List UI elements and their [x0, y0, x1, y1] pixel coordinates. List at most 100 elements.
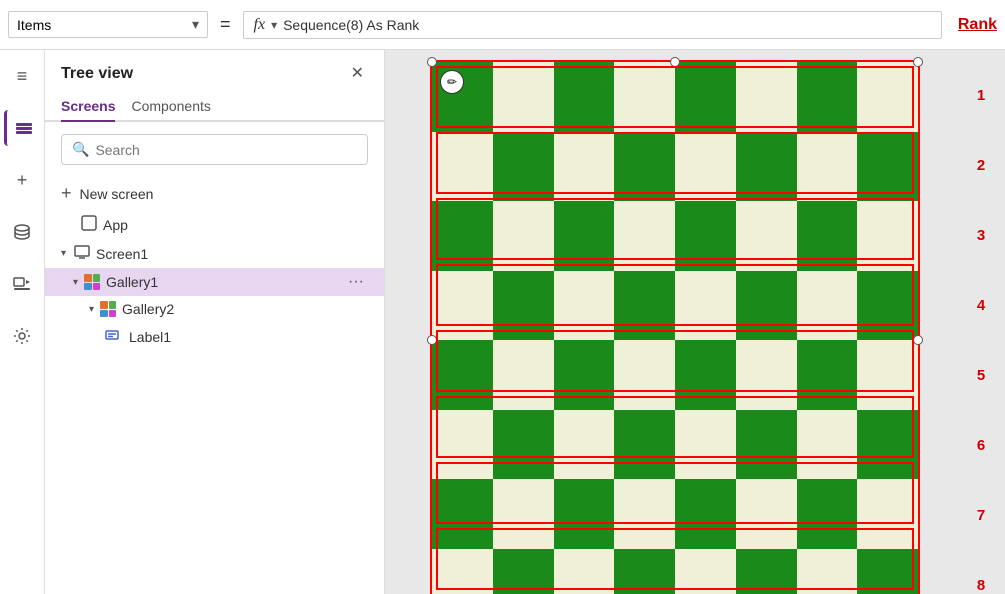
cb-cell-7-2: [554, 549, 615, 594]
tab-components[interactable]: Components: [131, 92, 210, 122]
cb-cell-6-4: [675, 479, 736, 549]
cb-cell-0-2: [554, 62, 615, 132]
media-icon[interactable]: [4, 266, 40, 302]
cb-cell-5-3: [614, 410, 675, 480]
handle-mid-left[interactable]: [427, 335, 437, 345]
rank-6: 6: [961, 410, 1001, 480]
cb-cell-3-5: [736, 271, 797, 341]
cb-cell-5-0: [432, 410, 493, 480]
cb-cell-2-3: [614, 201, 675, 271]
main-content: ≡ +: [0, 50, 1005, 594]
new-screen-button[interactable]: + New screen: [45, 177, 384, 210]
cb-cell-2-5: [736, 201, 797, 271]
close-button[interactable]: ✕: [347, 64, 368, 84]
cb-cell-6-3: [614, 479, 675, 549]
cb-cell-2-6: [797, 201, 858, 271]
tree-tabs: Screens Components: [45, 92, 384, 122]
tree-item-gallery2[interactable]: ▾ Gallery2: [45, 296, 384, 322]
cb-cell-3-2: [554, 271, 615, 341]
cb-cell-6-7: [857, 479, 918, 549]
pencil-icon: ✏: [440, 70, 464, 94]
label1-icon: [105, 327, 121, 346]
cb-cell-0-7: [857, 62, 918, 132]
handle-top-right[interactable]: [913, 57, 923, 67]
tree-item-screen1[interactable]: ▾ Screen1: [45, 239, 384, 268]
cb-cell-5-1: [493, 410, 554, 480]
rank-1: 1: [961, 60, 1001, 130]
cb-cell-7-7: [857, 549, 918, 594]
screen1-label: Screen1: [96, 246, 148, 262]
tree-item-gallery1[interactable]: ▾ Gallery1 ···: [45, 268, 384, 296]
cb-cell-2-0: [432, 201, 493, 271]
cb-cell-2-2: [554, 201, 615, 271]
cb-cell-1-4: [675, 132, 736, 202]
cb-cell-3-4: [675, 271, 736, 341]
cb-cell-7-1: [493, 549, 554, 594]
gallery1-label: Gallery1: [106, 274, 158, 290]
cb-cell-4-7: [857, 340, 918, 410]
cb-cell-6-1: [493, 479, 554, 549]
add-icon[interactable]: +: [4, 162, 40, 198]
canvas-content: ✏: [385, 50, 1005, 594]
rank-8: 8: [961, 550, 1001, 594]
app-label: App: [103, 217, 128, 233]
tree-panel: Tree view ✕ Screens Components 🔍 + New s…: [45, 50, 385, 594]
search-icon: 🔍: [72, 141, 89, 158]
items-dropdown[interactable]: Items ▾: [8, 11, 208, 38]
tree-item-app[interactable]: App: [45, 210, 384, 239]
handle-top-left[interactable]: [427, 57, 437, 67]
cb-cell-4-4: [675, 340, 736, 410]
cb-cell-3-0: [432, 271, 493, 341]
formula-bar[interactable]: fx ▾ Sequence(8) As Rank: [243, 11, 942, 39]
rank-7: 7: [961, 480, 1001, 550]
cb-cell-7-3: [614, 549, 675, 594]
checkerboard-wrapper[interactable]: ✏: [430, 60, 920, 594]
cb-cell-1-2: [554, 132, 615, 202]
cb-cell-0-3: [614, 62, 675, 132]
layers-icon[interactable]: [4, 110, 40, 146]
gallery1-icon: [84, 274, 100, 290]
cb-cell-0-5: [736, 62, 797, 132]
cb-cell-2-7: [857, 201, 918, 271]
hamburger-menu-icon[interactable]: ≡: [4, 58, 40, 94]
checkerboard-grid: [432, 62, 918, 594]
screen1-chevron-icon: ▾: [61, 248, 66, 259]
cb-cell-0-0: [432, 62, 493, 132]
handle-mid-right[interactable]: [913, 335, 923, 345]
cb-cell-1-5: [736, 132, 797, 202]
top-bar: Items ▾ = fx ▾ Sequence(8) As Rank Rank: [0, 0, 1005, 50]
cb-cell-5-2: [554, 410, 615, 480]
cb-cell-5-6: [797, 410, 858, 480]
settings-icon[interactable]: [4, 318, 40, 354]
rank-numbers: 1 2 3 4 5 6 7 8: [961, 60, 1001, 594]
formula-chevron-icon: ▾: [271, 18, 277, 32]
cb-cell-4-1: [493, 340, 554, 410]
tab-screens[interactable]: Screens: [61, 92, 115, 122]
cb-cell-1-7: [857, 132, 918, 202]
cb-cell-4-0: [432, 340, 493, 410]
app-icon: [81, 215, 97, 234]
tree-item-label1[interactable]: Label1: [45, 322, 384, 351]
search-input[interactable]: [95, 142, 357, 158]
canvas-area[interactable]: ✏: [385, 50, 1005, 594]
cb-cell-5-5: [736, 410, 797, 480]
rank-2: 2: [961, 130, 1001, 200]
gallery1-more-button[interactable]: ···: [344, 273, 368, 291]
cb-cell-4-2: [554, 340, 615, 410]
cb-cell-6-5: [736, 479, 797, 549]
cb-cell-0-4: [675, 62, 736, 132]
rank-4: 4: [961, 270, 1001, 340]
tree-items: App ▾ Screen1 ▾: [45, 210, 384, 594]
cb-cell-2-4: [675, 201, 736, 271]
cb-cell-5-4: [675, 410, 736, 480]
cb-cell-6-6: [797, 479, 858, 549]
handle-top-center[interactable]: [670, 57, 680, 67]
equals-sign: =: [216, 14, 235, 35]
cb-cell-1-6: [797, 132, 858, 202]
cb-cell-3-3: [614, 271, 675, 341]
database-icon[interactable]: [4, 214, 40, 250]
cb-cell-1-3: [614, 132, 675, 202]
fx-icon: fx: [254, 16, 266, 34]
gallery2-chevron-icon: ▾: [89, 304, 94, 315]
icon-bar: ≡ +: [0, 50, 45, 594]
